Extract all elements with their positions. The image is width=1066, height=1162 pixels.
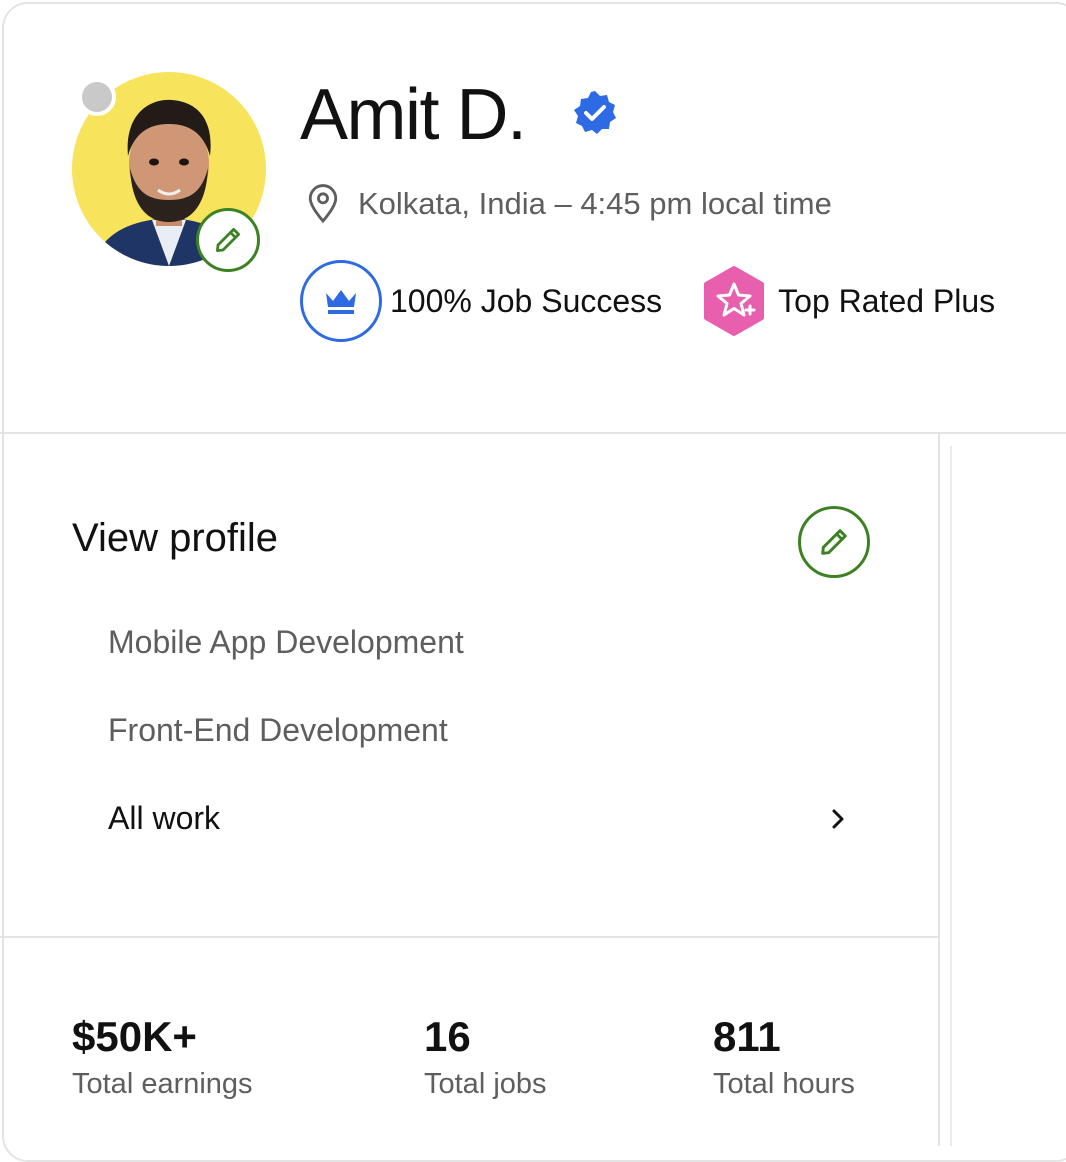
pencil-icon (818, 526, 850, 558)
pencil-icon (213, 225, 243, 255)
specialty-item-front-end[interactable]: Front-End Development (108, 712, 448, 749)
top-rated-label: Top Rated Plus (778, 282, 996, 319)
stat-total-earnings: $50K+ Total earnings (72, 1012, 253, 1101)
star-hexagon-icon (702, 266, 766, 336)
stat-label: Total earnings (72, 1068, 253, 1100)
profile-name: Amit D. (300, 75, 527, 155)
header-divider (0, 432, 1066, 434)
location-text: Kolkata, India – 4:45 pm local time (358, 186, 832, 221)
verified-badge-icon (572, 90, 618, 136)
badges-row: 100% Job Success Top Rated Plus (300, 260, 995, 342)
sidebar-divider (938, 434, 940, 1146)
stat-label: Total hours (713, 1068, 855, 1100)
stat-value: 16 (424, 1013, 471, 1060)
all-work-link[interactable]: All work (108, 800, 848, 837)
chevron-right-icon (828, 805, 848, 833)
all-work-label: All work (108, 800, 221, 836)
stats-divider (0, 936, 938, 938)
stat-value: $50K+ (72, 1013, 197, 1060)
stat-total-jobs: 16 Total jobs (424, 1012, 547, 1101)
job-success-label: 100% Job Success (390, 282, 663, 319)
stat-label: Total jobs (424, 1068, 547, 1100)
edit-photo-button[interactable] (196, 208, 260, 272)
online-status-dot (78, 78, 116, 116)
location-row: Kolkata, India – 4:45 pm local time (306, 184, 832, 224)
map-pin-icon (306, 184, 340, 224)
avatar-container (72, 72, 266, 272)
crown-icon (300, 260, 382, 342)
stat-value: 811 (713, 1013, 781, 1060)
stat-total-hours: 811 Total hours (713, 1012, 855, 1101)
specialty-item-mobile-app[interactable]: Mobile App Development (108, 624, 464, 661)
main-column-edge (950, 446, 952, 1146)
view-profile-heading: View profile (72, 516, 279, 560)
edit-view-profile-button[interactable] (798, 506, 870, 578)
